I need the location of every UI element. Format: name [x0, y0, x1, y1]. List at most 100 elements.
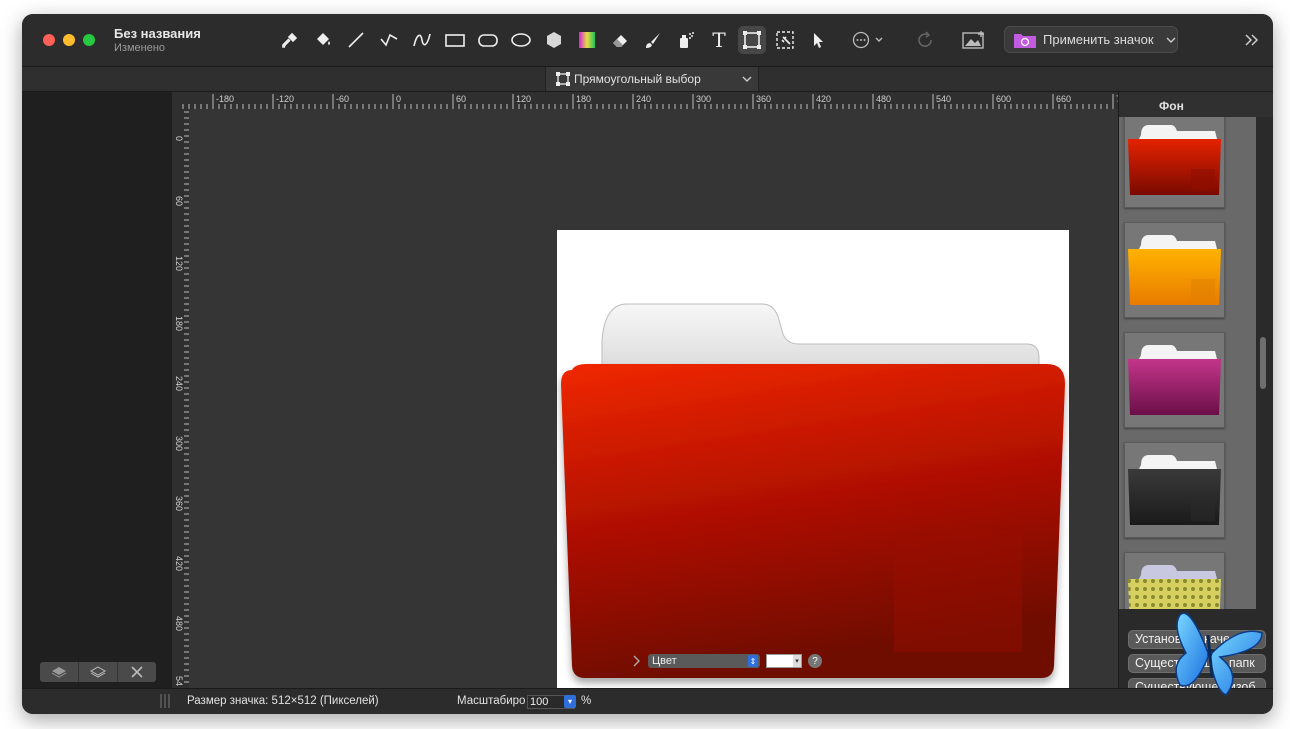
layers-icon: [51, 667, 67, 678]
ruler-label: 300: [174, 436, 184, 451]
polygon-tool[interactable]: [540, 26, 568, 54]
rect-select-tool[interactable]: [738, 26, 766, 54]
magic-select-icon: [776, 31, 794, 49]
duplicate-layer-button[interactable]: [79, 662, 118, 682]
ruler-label: 660: [1056, 94, 1071, 104]
polyline-tool[interactable]: [375, 26, 403, 54]
more-icon: [852, 31, 883, 49]
folder-camera-icon: [1014, 33, 1036, 48]
rect-select-icon: [743, 31, 761, 49]
layers-panel: [22, 92, 173, 688]
delete-layer-button[interactable]: [118, 662, 156, 682]
fill-tool[interactable]: [309, 26, 337, 54]
fill-controls: Цвет ⇕ ▾ ?: [632, 653, 822, 669]
ruler-label: 600: [996, 94, 1011, 104]
eyedropper-tool[interactable]: [276, 26, 304, 54]
polyline-icon: [380, 33, 398, 47]
butterfly-image: [1175, 612, 1263, 696]
rect-select-icon: [556, 72, 570, 86]
ruler-label: 300: [696, 94, 711, 104]
double-chevron-right-icon: [1245, 34, 1259, 46]
rounded-rect-icon: [478, 34, 498, 47]
ruler-label: 180: [576, 94, 591, 104]
ruler-label: 0: [174, 136, 184, 141]
ruler-ticks: -180 -120 -60 0 60 120 180 240 300 360 420 480 540 60…: [182, 94, 1118, 109]
image-button[interactable]: [960, 26, 988, 54]
fill-type-select[interactable]: Цвет ⇕: [648, 654, 760, 668]
line-tool[interactable]: [342, 26, 370, 54]
ruler-label: 54: [174, 676, 184, 686]
text-icon: T: [712, 28, 726, 52]
layers-stack-icon: [90, 666, 106, 678]
eraser-icon: [613, 35, 627, 47]
thumb-yellow-pattern-folder[interactable]: [1124, 552, 1225, 609]
pointer-tool[interactable]: [804, 26, 832, 54]
resize-grip-icon[interactable]: [158, 693, 172, 709]
color-swatch[interactable]: ▾: [766, 654, 802, 668]
polygon-icon: [547, 32, 561, 48]
ruler-label: 240: [636, 94, 651, 104]
document-title: Без названия: [114, 26, 201, 41]
ruler-label: -60: [336, 94, 349, 104]
redo-button[interactable]: [912, 26, 940, 54]
bucket-icon: [317, 33, 330, 45]
ruler-label: -120: [276, 94, 294, 104]
panel-title: Фон: [1159, 99, 1184, 113]
gradient-tool[interactable]: [573, 26, 601, 54]
layer-buttons: [40, 662, 156, 682]
thumb-red-folder[interactable]: [1124, 117, 1225, 208]
brush-icon: [646, 33, 660, 48]
icon-size-label: Размер значка: 512×512 (Пикселей): [187, 695, 379, 707]
rectangle-tool[interactable]: [441, 26, 469, 54]
selection-mode-select[interactable]: Прямоугольный выбор: [545, 67, 759, 91]
add-layer-button[interactable]: [40, 662, 79, 682]
rectangle-icon: [445, 34, 465, 47]
canvas-area[interactable]: [189, 109, 1118, 714]
ruler-label: 360: [174, 496, 184, 511]
help-button[interactable]: ?: [808, 654, 822, 668]
magic-select-tool[interactable]: [771, 26, 799, 54]
line-icon: [348, 32, 364, 48]
zoom-dropdown-icon[interactable]: ▾: [564, 695, 576, 708]
chevron-right-icon[interactable]: [632, 655, 642, 667]
apply-icon-label: Применить значок: [1043, 32, 1154, 47]
apply-icon-button[interactable]: Применить значок: [1004, 26, 1178, 53]
chevron-down-icon: [1166, 37, 1176, 43]
curve-tool[interactable]: [408, 26, 436, 54]
spray-tool[interactable]: [672, 26, 700, 54]
ruler-label: 120: [516, 94, 531, 104]
text-tool[interactable]: T: [705, 26, 733, 54]
ruler-label: 420: [816, 94, 831, 104]
minimize-window-button[interactable]: [63, 34, 75, 46]
zoom-window-button[interactable]: [83, 34, 95, 46]
fill-type-label: Цвет: [652, 655, 677, 667]
ellipse-tool[interactable]: [507, 26, 535, 54]
more-menu-button[interactable]: [850, 26, 890, 54]
titlebar: Без названия Изменено T Применить значок: [22, 14, 1273, 67]
zoom-label: Масштабиро: [457, 695, 526, 707]
thumb-black-folder[interactable]: [1124, 442, 1225, 538]
eraser-tool[interactable]: [606, 26, 634, 54]
ellipse-icon: [511, 33, 531, 47]
thumb-magenta-folder[interactable]: [1124, 332, 1225, 428]
panel-header: Фон: [1119, 92, 1273, 117]
ruler-label: 60: [174, 196, 184, 206]
ruler-label: 480: [174, 616, 184, 631]
red-folder-image: [1128, 125, 1221, 195]
ruler-ticks: 0 60 120 180 240 300 360 420 480 54: [174, 111, 189, 686]
brush-tool[interactable]: [639, 26, 667, 54]
close-icon: [131, 666, 143, 678]
thumb-orange-folder[interactable]: [1124, 222, 1225, 318]
ruler-label: 540: [936, 94, 951, 104]
expand-toolbar-button[interactable]: [1238, 26, 1266, 54]
icon-canvas[interactable]: [557, 230, 1069, 714]
close-window-button[interactable]: [43, 34, 55, 46]
black-folder-image: [1128, 455, 1221, 525]
chevron-down-icon: [742, 76, 752, 82]
vertical-ruler: 0 60 120 180 240 300 360 420 480 54: [172, 109, 189, 688]
gallery-scrollbar[interactable]: [1260, 337, 1266, 389]
ruler-label: 240: [174, 376, 184, 391]
rounded-rect-tool[interactable]: [474, 26, 502, 54]
orange-folder-image: [1128, 235, 1221, 305]
folder-image: [561, 303, 1065, 678]
